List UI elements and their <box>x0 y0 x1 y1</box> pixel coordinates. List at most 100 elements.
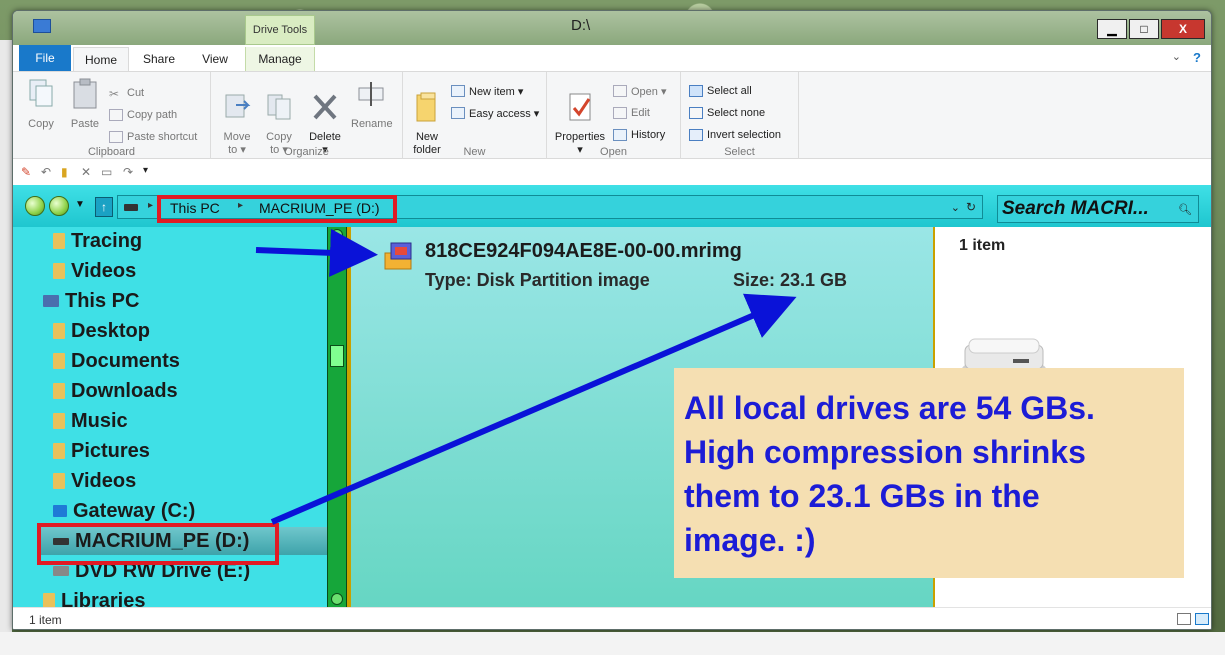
folder-icon <box>53 383 65 399</box>
breadcrumb-highlight-box <box>157 195 397 223</box>
nav-item-videos-2[interactable]: Videos <box>53 467 136 495</box>
new-group-label: New <box>463 146 486 158</box>
rename-icon <box>358 82 384 106</box>
nav-item-gateway-c[interactable]: Gateway (C:) <box>53 497 195 525</box>
customize-qat-icon[interactable]: ▾ <box>143 165 148 176</box>
clipboard-group-label: Clipboard <box>87 146 136 158</box>
address-dropdown-icon[interactable]: ⌄ <box>951 201 960 214</box>
file-name[interactable]: 818CE924F094AE8E-00-00.mrimg <box>425 240 742 263</box>
nav-item-label: Documents <box>71 349 180 372</box>
scroll-thumb[interactable] <box>330 345 344 367</box>
nav-item-desktop[interactable]: Desktop <box>53 317 150 345</box>
nav-item-documents[interactable]: Documents <box>53 347 180 375</box>
move-to-icon <box>225 94 251 118</box>
annotation-line: High compression shrinks <box>684 434 1086 470</box>
navigation-bar: ▼ ↑ ▸ This PC ▸ MACRIUM_PE (D:) ⌄ ↻ 🔍︎ <box>13 185 1211 227</box>
copy-label: Copy <box>28 118 54 130</box>
help-icon[interactable]: ? <box>1193 50 1201 65</box>
copy-icon <box>29 79 53 107</box>
file-type: Type: Disk Partition image <box>425 270 650 290</box>
annotation-line: All local drives are 54 GBs. <box>684 390 1095 426</box>
properties-qat-icon[interactable]: ✎ <box>21 165 31 179</box>
nav-item-label: Gateway (C:) <box>73 499 196 522</box>
delete-qat-icon[interactable]: ✕ <box>81 165 91 179</box>
title-bar[interactable]: D:\ ▁ □ X <box>13 11 1211 45</box>
history-icon <box>613 129 627 141</box>
open-group: Properties ▾ Open ▾ Edit History Open <box>547 72 681 160</box>
folder-icon <box>53 473 65 489</box>
nav-item-this-pc[interactable]: This PC <box>43 287 139 315</box>
nav-item-tracing[interactable]: Tracing <box>53 227 142 255</box>
nav-item-pictures[interactable]: Pictures <box>53 437 150 465</box>
nav-item-libraries[interactable]: Libraries <box>43 587 145 607</box>
new-item-button[interactable]: New item ▾ <box>451 82 523 100</box>
nav-item-label: Libraries <box>61 589 146 608</box>
rename-qat-icon[interactable]: ▭ <box>101 165 112 179</box>
nav-item-label: Desktop <box>71 319 150 342</box>
edit-button[interactable]: Edit <box>613 104 650 122</box>
forward-button[interactable] <box>49 196 69 216</box>
status-bar: 1 item <box>13 607 1211 629</box>
open-label: Open ▾ <box>631 85 667 98</box>
open-button[interactable]: Open ▾ <box>613 82 667 100</box>
cut-button[interactable]: ✂ Cut <box>109 84 144 102</box>
details-view-icon[interactable] <box>1177 613 1191 625</box>
back-button[interactable] <box>25 196 45 216</box>
nav-item-downloads[interactable]: Downloads <box>53 377 178 405</box>
select-all-icon <box>689 85 703 97</box>
ribbon-collapse-icon[interactable]: ⌄ <box>1172 50 1181 63</box>
breadcrumb-separator-icon: ▸ <box>148 200 154 211</box>
nav-item-label: Music <box>71 409 128 432</box>
windows-drive-icon <box>53 505 67 517</box>
search-box[interactable]: 🔍︎ <box>997 195 1199 223</box>
tab-view[interactable]: View <box>191 47 239 71</box>
select-none-button[interactable]: Select none <box>689 104 765 122</box>
tab-share[interactable]: Share <box>135 47 183 71</box>
select-all-button[interactable]: Select all <box>689 82 752 100</box>
up-arrow-icon[interactable]: ↑ <box>95 197 113 217</box>
window-controls: ▁ □ X <box>1097 19 1205 39</box>
nav-item-label: Videos <box>71 259 137 282</box>
paste-label: Paste <box>70 118 100 130</box>
invert-selection-button[interactable]: Invert selection <box>689 126 781 144</box>
paste-shortcut-icon <box>109 131 123 143</box>
rename-button[interactable]: Rename <box>351 78 393 131</box>
nav-item-videos[interactable]: Videos <box>53 257 136 285</box>
nav-item-music[interactable]: Music <box>53 407 128 435</box>
paste-button[interactable]: Paste <box>65 78 105 131</box>
large-icons-view-icon[interactable] <box>1195 613 1209 625</box>
new-item-label: New item ▾ <box>469 85 524 98</box>
search-icon[interactable]: 🔍︎ <box>1178 203 1192 216</box>
clipboard-group: Copy Paste ✂ Cut Copy path Paste shortcut… <box>13 72 211 160</box>
paste-shortcut-button[interactable]: Paste shortcut <box>109 128 197 146</box>
folder-window-icon <box>33 19 51 33</box>
folder-icon <box>53 413 65 429</box>
copy-path-button[interactable]: Copy path <box>109 106 177 124</box>
annotation-callout: All local drives are 54 GBs. High compre… <box>674 368 1184 578</box>
copy-button[interactable]: Copy <box>21 78 61 131</box>
disk-image-file-icon[interactable] <box>383 241 415 271</box>
recent-locations-icon[interactable]: ▼ <box>75 199 85 210</box>
tab-manage[interactable]: Manage <box>245 47 315 71</box>
folder-qat-icon[interactable]: ▮ <box>61 165 68 179</box>
close-button[interactable]: X <box>1161 19 1205 39</box>
folder-icon <box>53 233 65 249</box>
tab-home[interactable]: Home <box>73 47 129 71</box>
redo-icon[interactable]: ↷ <box>123 165 133 179</box>
maximize-button[interactable]: □ <box>1129 19 1159 39</box>
nav-item-label: Tracing <box>71 229 143 252</box>
easy-access-icon <box>451 107 465 119</box>
history-button[interactable]: History <box>613 126 665 144</box>
minimize-button[interactable]: ▁ <box>1097 19 1127 39</box>
drive-tools-context-label: Drive Tools <box>245 15 315 45</box>
easy-access-button[interactable]: Easy access ▾ <box>451 104 539 122</box>
status-item-count: 1 item <box>29 613 62 627</box>
nav-pane-scrollbar[interactable] <box>327 227 347 607</box>
delete-x-icon <box>313 94 337 120</box>
scroll-up-icon[interactable] <box>331 229 343 241</box>
tab-file[interactable]: File <box>19 45 71 71</box>
undo-icon[interactable]: ↶ <box>41 165 51 179</box>
refresh-icon[interactable]: ↻ <box>966 200 976 214</box>
search-input[interactable] <box>1002 198 1172 220</box>
scroll-down-icon[interactable] <box>331 593 343 605</box>
